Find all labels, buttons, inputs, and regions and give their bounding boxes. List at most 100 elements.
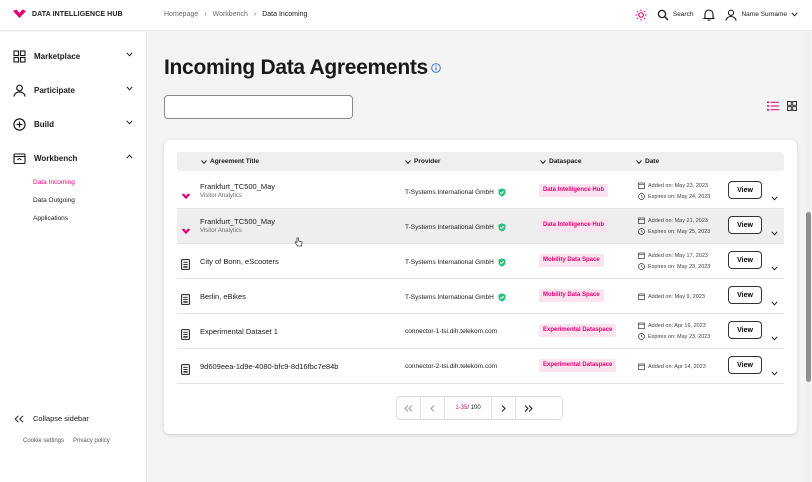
column-header-title[interactable]: Agreement Title <box>201 158 259 165</box>
view-button[interactable]: View <box>728 356 762 374</box>
view-button[interactable]: View <box>728 181 762 199</box>
clock-icon <box>638 193 645 200</box>
chevron-down-icon <box>771 336 778 341</box>
dataspace-badge: Mobility Data Space <box>539 254 604 267</box>
next-page-button[interactable] <box>492 397 516 419</box>
breadcrumb-homepage[interactable]: Homepage <box>164 11 198 18</box>
provider-cell: T-Systems International GmbH <box>405 223 506 232</box>
cookie-settings-link[interactable]: Cookie settings <box>23 438 64 444</box>
logo-text: DATA INTELLIGENCE HUB <box>32 10 123 18</box>
chevron-up-icon <box>126 154 133 159</box>
agreements-table-card: Agreement Title Provider Dataspace Date … <box>164 140 797 434</box>
column-header-provider[interactable]: Provider <box>405 158 440 165</box>
list-view-icon[interactable] <box>767 101 779 111</box>
page-title: Incoming Data Agreements <box>164 56 428 79</box>
date-cell: Added on: May 23, 2023 Expires on: May 24… <box>638 180 710 202</box>
grid-view-icon[interactable] <box>787 101 797 111</box>
search-icon <box>657 9 669 20</box>
sidebar-item-build[interactable]: Build <box>13 117 133 131</box>
view-button[interactable]: View <box>728 321 762 339</box>
search-button[interactable]: Search <box>657 9 693 21</box>
info-icon[interactable] <box>431 63 441 73</box>
chevron-down-icon <box>771 196 778 201</box>
table-row[interactable]: 9d609eea-1d9e-4080-bfc9-8d16fbc7e84b conn… <box>177 349 784 384</box>
page-info: 1-35 / 100 <box>445 397 492 419</box>
theme-sun-icon[interactable] <box>635 9 647 21</box>
chevron-down-icon <box>771 301 778 306</box>
user-menu[interactable]: Name Surname <box>725 9 798 21</box>
sidebar-item-label: Marketplace <box>34 51 81 61</box>
user-icon <box>13 84 26 97</box>
sidebar-item-participate[interactable]: Participate <box>13 83 133 97</box>
table-row[interactable]: City of Bonn, eScooters T-Systems Interna… <box>177 244 784 279</box>
sidebar-item-workbench[interactable]: Workbench <box>13 151 133 165</box>
agreement-subtitle: Visitor Analytics <box>200 228 242 234</box>
column-header-date[interactable]: Date <box>636 158 659 165</box>
date-cell: Added on: May 9, 2023 <box>638 291 705 302</box>
collapse-sidebar-label: Collapse sidebar <box>33 414 89 423</box>
expand-row-button[interactable] <box>771 293 778 311</box>
prev-page-button[interactable] <box>421 397 445 419</box>
chevron-down-icon <box>791 12 798 17</box>
expires-date: Expires on: May 25, 2023 <box>638 226 710 237</box>
top-actions: Search Name Surname <box>635 8 798 21</box>
dih-logo-icon <box>181 222 191 240</box>
expires-date-text: Expires on: May 25, 2023 <box>648 228 711 235</box>
expand-row-button[interactable] <box>771 363 778 381</box>
page-scrollbar[interactable] <box>806 32 811 482</box>
table-row[interactable]: Frankfurt_TC500_May Visitor Analytics T-Sy… <box>177 174 784 209</box>
sidebar-subitem-applications[interactable]: Applications <box>33 215 68 222</box>
clock-icon <box>638 228 645 235</box>
sort-chevron-icon <box>636 159 642 164</box>
agreement-subtitle: Visitor Analytics <box>200 193 242 199</box>
page-range: 1-35 <box>455 405 468 411</box>
breadcrumb-workbench[interactable]: Workbench <box>213 11 248 18</box>
collapse-sidebar-button[interactable]: Collapse sidebar <box>14 414 89 423</box>
table-row[interactable]: Experimental Dataset 1 connector-1-tsi.di… <box>177 314 784 349</box>
dih-logo-icon <box>181 193 191 200</box>
double-chevron-right-icon <box>524 404 533 412</box>
view-button[interactable]: View <box>728 286 762 304</box>
search-input[interactable] <box>164 95 353 119</box>
date-cell: Added on: May 21, 2023 Expires on: May 25… <box>638 215 710 237</box>
expand-row-button[interactable] <box>771 223 778 241</box>
view-button[interactable]: View <box>728 216 762 234</box>
column-header-dataspace[interactable]: Dataspace <box>540 158 582 165</box>
provider-cell: T-Systems International GmbH <box>405 258 506 267</box>
logo[interactable]: DATA INTELLIGENCE HUB <box>12 9 123 19</box>
table-row[interactable]: Berlin, eBikes T-Systems International Gm… <box>177 279 784 314</box>
agreement-title: Frankfurt_TC500_May <box>200 217 276 226</box>
document-icon <box>181 364 190 375</box>
calendar-icon <box>638 182 645 189</box>
sidebar-subitem-data-incoming[interactable]: Data Incoming <box>33 179 75 186</box>
expand-row-button[interactable] <box>771 328 778 346</box>
sidebar-subitem-data-outgoing[interactable]: Data Outgoing <box>33 197 75 204</box>
document-icon <box>181 294 190 305</box>
dataspace-badge: Data Intelligence Hub <box>539 184 609 197</box>
document-icon <box>181 362 190 380</box>
sort-chevron-icon <box>540 159 546 164</box>
agreement-title: 9d609eea-1d9e-4080-bfc9-8d16fbc7e84b <box>200 362 339 371</box>
breadcrumb-separator: › <box>253 11 257 18</box>
privacy-policy-link[interactable]: Privacy policy <box>73 438 110 444</box>
sidebar-item-label: Participate <box>34 85 75 95</box>
user-name: Name Surname <box>741 11 787 18</box>
expand-row-button[interactable] <box>771 258 778 276</box>
document-icon <box>181 327 190 345</box>
added-date: Added on: May 21, 2023 <box>638 215 710 226</box>
expand-row-button[interactable] <box>771 188 778 206</box>
sort-chevron-icon <box>201 159 207 164</box>
column-header-label: Agreement Title <box>210 158 260 165</box>
last-page-button[interactable] <box>516 397 540 419</box>
first-page-button[interactable] <box>397 397 421 419</box>
scrollbar-thumb[interactable] <box>806 212 811 382</box>
sidebar-item-marketplace[interactable]: Marketplace <box>13 49 133 63</box>
clock-icon <box>638 263 645 270</box>
hand-cursor-icon <box>294 237 303 247</box>
bell-icon[interactable] <box>703 8 716 21</box>
table-row[interactable]: Frankfurt_TC500_May Visitor Analytics T-Sy… <box>177 209 784 244</box>
provider-name: connector-1-tsi.dih.telekom.com <box>405 328 498 335</box>
view-button[interactable]: View <box>728 251 762 269</box>
sidebar-item-label: Workbench <box>34 153 78 163</box>
breadcrumb-current: Data Incoming <box>262 11 308 18</box>
